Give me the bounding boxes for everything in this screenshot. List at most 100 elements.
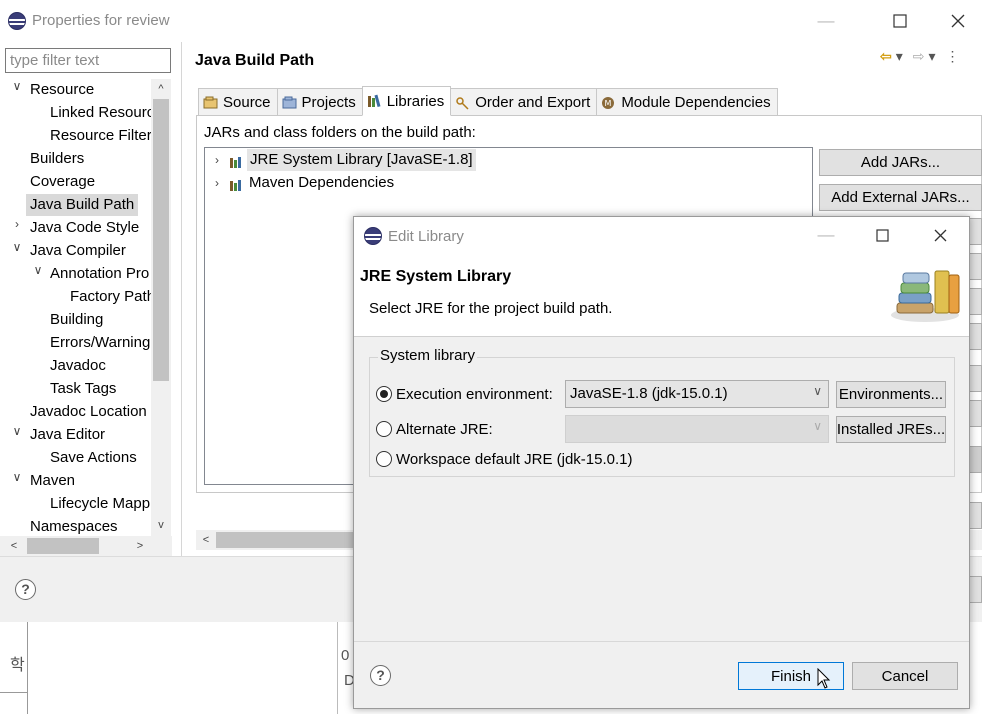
close-button[interactable] xyxy=(940,8,976,34)
tree-vertical-scrollbar[interactable]: ^ v xyxy=(151,79,171,537)
chevron-down-icon[interactable]: ∨ xyxy=(32,263,44,285)
tab-projects[interactable]: Projects xyxy=(276,88,363,116)
add-jars-button[interactable]: Add JARs... xyxy=(819,149,982,176)
chevron-down-icon[interactable]: ∨ xyxy=(11,470,23,492)
workspace-default-label: Workspace default JRE (jdk-15.0.1) xyxy=(396,451,633,468)
source-folder-icon xyxy=(203,96,219,110)
installed-jres-button[interactable]: Installed JREs... xyxy=(836,416,946,443)
forward-menu-icon[interactable]: ▾ xyxy=(929,48,936,65)
library-books-icon xyxy=(891,270,960,322)
library-item-maven[interactable]: › Maven Dependencies xyxy=(205,172,505,194)
scrollbar-thumb[interactable] xyxy=(216,532,356,548)
execution-environment-label: Execution environment: xyxy=(396,386,553,403)
chevron-down-icon[interactable]: ∨ xyxy=(11,424,23,446)
close-icon xyxy=(951,14,965,28)
tree-item-namespaces[interactable]: Namespaces xyxy=(30,516,118,538)
build-path-tabs: Source Projects Libraries Order and Expo… xyxy=(198,86,778,116)
page-title: Java Build Path xyxy=(195,52,315,69)
order-export-icon xyxy=(455,96,471,110)
chevron-right-icon[interactable]: › xyxy=(11,217,23,239)
jars-label: JARs and class folders on the build path… xyxy=(204,124,476,141)
maximize-icon xyxy=(893,14,907,28)
dialog-header: JRE System Library Select JRE for the pr… xyxy=(354,255,969,337)
scroll-down-icon[interactable]: v xyxy=(151,515,171,535)
dialog-title-bar: Edit Library — xyxy=(354,217,969,255)
dialog-title: Edit Library xyxy=(388,228,464,245)
tab-module-dependencies[interactable]: M Module Dependencies xyxy=(596,88,778,116)
tree-item-maven[interactable]: Maven xyxy=(30,470,75,492)
window-title: Properties for review xyxy=(32,12,170,29)
tree-item-java-code-style[interactable]: Java Code Style xyxy=(30,217,139,239)
tree-item-java-compiler[interactable]: Java Compiler xyxy=(30,240,126,262)
tree-item-lifecycle-mapping[interactable]: Lifecycle Mapp xyxy=(50,493,150,515)
chevron-right-icon[interactable]: › xyxy=(211,172,223,194)
tree-item-task-tags[interactable]: Task Tags xyxy=(50,378,116,400)
alternate-jre-radio[interactable] xyxy=(376,421,392,437)
filter-input[interactable] xyxy=(5,48,171,73)
tree-item-resource[interactable]: Resource xyxy=(30,79,94,101)
scrollbar-thumb[interactable] xyxy=(27,538,99,554)
tree-item-javadoc-location[interactable]: Javadoc Location xyxy=(30,401,147,423)
eclipse-app-icon xyxy=(364,227,382,245)
tree-item-annotation-processing[interactable]: Annotation Pro xyxy=(50,263,149,285)
library-icon xyxy=(229,177,245,191)
library-icon xyxy=(229,154,245,168)
background-text: 학 xyxy=(10,657,25,674)
tree-item-builders[interactable]: Builders xyxy=(30,148,84,170)
environments-button[interactable]: Environments... xyxy=(836,381,946,408)
forward-arrow-icon[interactable]: ⇨ xyxy=(913,48,925,65)
close-icon xyxy=(934,229,946,241)
tree-item-java-build-path[interactable]: Java Build Path xyxy=(26,194,139,216)
scroll-left-icon[interactable]: < xyxy=(196,530,216,550)
scroll-up-icon[interactable]: ^ xyxy=(151,79,171,99)
tree-item-errors-warnings[interactable]: Errors/Warning xyxy=(50,332,150,354)
tree-item-factory-path[interactable]: Factory Path xyxy=(70,286,155,308)
help-icon[interactable]: ? xyxy=(370,665,391,686)
dialog-close-button[interactable] xyxy=(922,222,958,248)
alternate-jre-label: Alternate JRE: xyxy=(396,421,493,438)
chevron-down-icon[interactable]: ∨ xyxy=(11,240,23,262)
chevron-down-icon[interactable]: ∨ xyxy=(11,79,23,101)
tree-item-javadoc[interactable]: Javadoc xyxy=(50,355,106,377)
dialog-header-description: Select JRE for the project build path. xyxy=(369,300,613,317)
tree-item-resource-filters[interactable]: Resource Filter xyxy=(50,125,152,147)
add-external-jars-button[interactable]: Add External JARs... xyxy=(819,184,982,211)
tree-horizontal-scrollbar[interactable]: < > xyxy=(0,536,172,556)
tree-item-linked-resources[interactable]: Linked Resourc xyxy=(50,102,154,124)
scroll-left-icon[interactable]: < xyxy=(4,536,24,556)
divider xyxy=(27,622,28,714)
tab-order-and-export[interactable]: Order and Export xyxy=(450,88,598,116)
back-arrow-icon[interactable]: ⇦ xyxy=(880,48,892,65)
background-count: 0 xyxy=(341,647,350,664)
window-title-bar: Properties for review — xyxy=(0,0,982,42)
maximize-icon xyxy=(875,228,889,242)
workspace-default-radio[interactable] xyxy=(376,451,392,467)
tree-item-coverage[interactable]: Coverage xyxy=(30,171,95,193)
scroll-right-icon[interactable]: > xyxy=(130,536,150,556)
maximize-button[interactable] xyxy=(882,8,918,34)
execution-environment-select[interactable]: JavaSE-1.8 (jdk-15.0.1) ∨ xyxy=(565,380,829,408)
svg-text:M: M xyxy=(605,99,612,108)
back-menu-icon[interactable]: ▾ xyxy=(896,48,903,65)
dialog-maximize-button[interactable] xyxy=(864,222,900,248)
edit-library-dialog: Edit Library — JRE System Library Select… xyxy=(353,216,970,709)
module-icon: M xyxy=(601,96,617,110)
dialog-minimize-button[interactable]: — xyxy=(808,222,844,248)
cancel-button[interactable]: Cancel xyxy=(852,662,958,690)
footer-separator xyxy=(354,641,969,642)
chevron-right-icon[interactable]: › xyxy=(211,149,223,171)
view-menu-icon[interactable]: ⋮ xyxy=(946,48,960,65)
tree-item-building[interactable]: Building xyxy=(50,309,103,331)
alternate-jre-select[interactable]: ∨ xyxy=(565,415,829,443)
minimize-button[interactable]: — xyxy=(808,8,844,34)
tab-source[interactable]: Source xyxy=(198,88,278,116)
pane-divider[interactable] xyxy=(181,42,182,556)
help-icon[interactable]: ? xyxy=(15,579,36,600)
execution-environment-radio[interactable] xyxy=(376,386,392,402)
tree-item-save-actions[interactable]: Save Actions xyxy=(50,447,137,469)
tree-item-java-editor[interactable]: Java Editor xyxy=(30,424,105,446)
library-item-jre[interactable]: › JRE System Library [JavaSE-1.8] xyxy=(205,149,505,171)
projects-icon xyxy=(282,96,298,110)
tab-libraries[interactable]: Libraries xyxy=(361,86,452,116)
scrollbar-thumb[interactable] xyxy=(153,99,169,381)
